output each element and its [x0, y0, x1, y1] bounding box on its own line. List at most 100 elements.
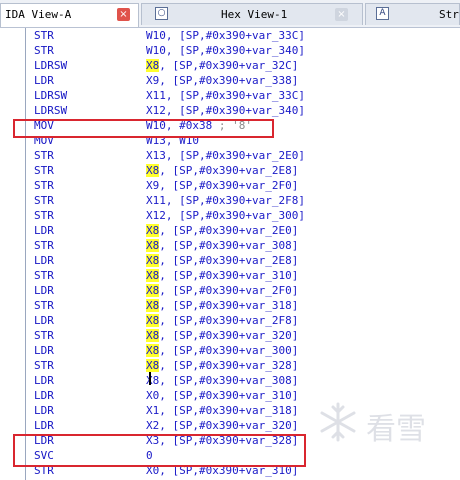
operand-rest: , [SP,#0x390+var_2E0]	[165, 149, 305, 162]
operands: X2, [SP,#0x390+var_320]	[146, 418, 298, 433]
register[interactable]: X9	[146, 179, 159, 192]
mnemonic: LDR	[34, 224, 54, 237]
operand-rest: , [SP,#0x390+var_308]	[159, 239, 299, 252]
code-line[interactable]: LDR X8, [SP,#0x390+var_2F8]	[0, 313, 460, 328]
highlighted-register[interactable]: X8	[146, 239, 160, 252]
highlighted-register[interactable]: X8	[146, 314, 160, 327]
register[interactable]: X11	[146, 89, 166, 102]
operands: X12, [SP,#0x390+var_340]	[146, 103, 305, 118]
code-line[interactable]: STR X8, [SP,#0x390+var_320]	[0, 328, 460, 343]
mnemonic: STR	[34, 194, 54, 207]
register[interactable]: X8	[146, 374, 159, 387]
code-line[interactable]: STR X12, [SP,#0x390+var_300]	[0, 208, 460, 223]
operand-rest: , [SP,#0x390+var_328]	[159, 359, 299, 372]
code-line[interactable]: LDRSW X11, [SP,#0x390+var_33C]	[0, 88, 460, 103]
register[interactable]: X13	[146, 149, 166, 162]
code-line[interactable]: LDRSW X12, [SP,#0x390+var_340]	[0, 103, 460, 118]
register[interactable]: X12	[146, 104, 166, 117]
code-line[interactable]: STR X8, [SP,#0x390+var_310]	[0, 268, 460, 283]
code-line[interactable]: STR X13, [SP,#0x390+var_2E0]	[0, 148, 460, 163]
operand-rest: , [SP,#0x390+var_2E8]	[159, 164, 299, 177]
register[interactable]: X11	[146, 194, 166, 207]
operand-rest: , [SP,#0x390+var_300]	[165, 209, 305, 222]
mnemonic: STR	[34, 329, 54, 342]
strings-icon: A	[376, 7, 389, 20]
highlighted-register[interactable]: X8	[146, 284, 160, 297]
highlighted-register[interactable]: X8	[146, 299, 160, 312]
operands: X8, [SP,#0x390+var_310]	[146, 268, 298, 283]
mnemonic: STR	[34, 149, 54, 162]
highlighted-register[interactable]: X8	[146, 254, 160, 267]
operands: X8, [SP,#0x390+var_308]	[146, 373, 298, 388]
code-line[interactable]: STR X8, [SP,#0x390+var_2E8]	[0, 163, 460, 178]
register[interactable]: W10	[146, 29, 166, 42]
register[interactable]: X12	[146, 209, 166, 222]
operand-rest: , [SP,#0x390+var_320]	[159, 329, 299, 342]
register[interactable]: X9	[146, 74, 159, 87]
operand-rest: , [SP,#0x390+var_310]	[159, 269, 299, 282]
code-line[interactable]: LDR X8, [SP,#0x390+var_2E8]	[0, 253, 460, 268]
operands: X8, [SP,#0x390+var_320]	[146, 328, 298, 343]
operand-rest: , [SP,#0x390+var_308]	[159, 374, 299, 387]
operand-rest: , [SP,#0x390+var_320]	[159, 419, 299, 432]
operands: X8, [SP,#0x390+var_308]	[146, 238, 298, 253]
operands: X8, [SP,#0x390+var_300]	[146, 343, 298, 358]
code-line[interactable]: LDR X8, [SP,#0x390+var_300]	[0, 343, 460, 358]
code-line[interactable]: LDRSW X8, [SP,#0x390+var_32C]	[0, 58, 460, 73]
mnemonic: STR	[34, 299, 54, 312]
watermark: 看雪	[316, 398, 446, 448]
mnemonic: STR	[34, 29, 54, 42]
register[interactable]: X2	[146, 419, 159, 432]
watermark-text: 看雪	[366, 412, 426, 447]
mnemonic: LDR	[34, 344, 54, 357]
mnemonic: STR	[34, 44, 54, 57]
operand-rest: , [SP,#0x390+var_318]	[159, 404, 299, 417]
code-line[interactable]: STR X11, [SP,#0x390+var_2F8]	[0, 193, 460, 208]
operands: X8, [SP,#0x390+var_2F8]	[146, 313, 298, 328]
highlight-box-mov	[13, 119, 274, 138]
code-line[interactable]: STR W10, [SP,#0x390+var_33C]	[0, 28, 460, 43]
operand-rest: , [SP,#0x390+var_2E8]	[159, 254, 299, 267]
register[interactable]: X0	[146, 389, 159, 402]
tab-ida-view-a[interactable]: IDA View-A ×	[0, 3, 139, 27]
code-line[interactable]: STR X8, [SP,#0x390+var_328]	[0, 358, 460, 373]
code-line[interactable]: LDR X8, [SP,#0x390+var_308]	[0, 373, 460, 388]
mnemonic: LDR	[34, 374, 54, 387]
highlighted-register[interactable]: X8	[146, 344, 160, 357]
hex-view-icon: ○	[155, 7, 168, 20]
operands: X9, [SP,#0x390+var_2F0]	[146, 178, 298, 193]
mnemonic: LDR	[34, 254, 54, 267]
operand-rest: , [SP,#0x390+var_32C]	[159, 59, 299, 72]
code-line[interactable]: STR X9, [SP,#0x390+var_2F0]	[0, 178, 460, 193]
highlighted-register[interactable]: X8	[146, 224, 160, 237]
operand-rest: , [SP,#0x390+var_318]	[159, 299, 299, 312]
operand-rest: , [SP,#0x390+var_2F0]	[159, 284, 299, 297]
register[interactable]: X1	[146, 404, 159, 417]
code-line[interactable]: STR X8, [SP,#0x390+var_308]	[0, 238, 460, 253]
operand-rest: , [SP,#0x390+var_340]	[165, 44, 305, 57]
highlighted-register[interactable]: X8	[146, 329, 160, 342]
code-line[interactable]: LDR X8, [SP,#0x390+var_2F0]	[0, 283, 460, 298]
close-icon[interactable]: ×	[117, 8, 130, 21]
close-icon[interactable]: ×	[335, 8, 348, 21]
highlighted-register[interactable]: X8	[146, 59, 160, 72]
code-line[interactable]: STR X8, [SP,#0x390+var_318]	[0, 298, 460, 313]
highlighted-register[interactable]: X8	[146, 269, 160, 282]
code-line[interactable]: STR W10, [SP,#0x390+var_340]	[0, 43, 460, 58]
mnemonic: LDR	[34, 74, 54, 87]
operand-rest: , [SP,#0x390+var_300]	[159, 344, 299, 357]
operand-rest: , [SP,#0x390+var_2F8]	[159, 314, 299, 327]
operand-rest: , [SP,#0x390+var_2F0]	[159, 179, 299, 192]
operands: X13, [SP,#0x390+var_2E0]	[146, 148, 305, 163]
register[interactable]: W10	[146, 44, 166, 57]
tab-hex-view-1[interactable]: ○ Hex View-1 ×	[141, 3, 363, 25]
mnemonic: STR	[34, 359, 54, 372]
code-line[interactable]: LDR X9, [SP,#0x390+var_338]	[0, 73, 460, 88]
highlighted-register[interactable]: X8	[146, 359, 160, 372]
operands: X8, [SP,#0x390+var_2E8]	[146, 253, 298, 268]
operand-rest: , [SP,#0x390+var_2F8]	[165, 194, 305, 207]
code-line[interactable]: LDR X8, [SP,#0x390+var_2E0]	[0, 223, 460, 238]
tab-strings[interactable]: A Str	[365, 3, 460, 25]
highlighted-register[interactable]: X8	[146, 164, 160, 177]
mnemonic: STR	[34, 179, 54, 192]
